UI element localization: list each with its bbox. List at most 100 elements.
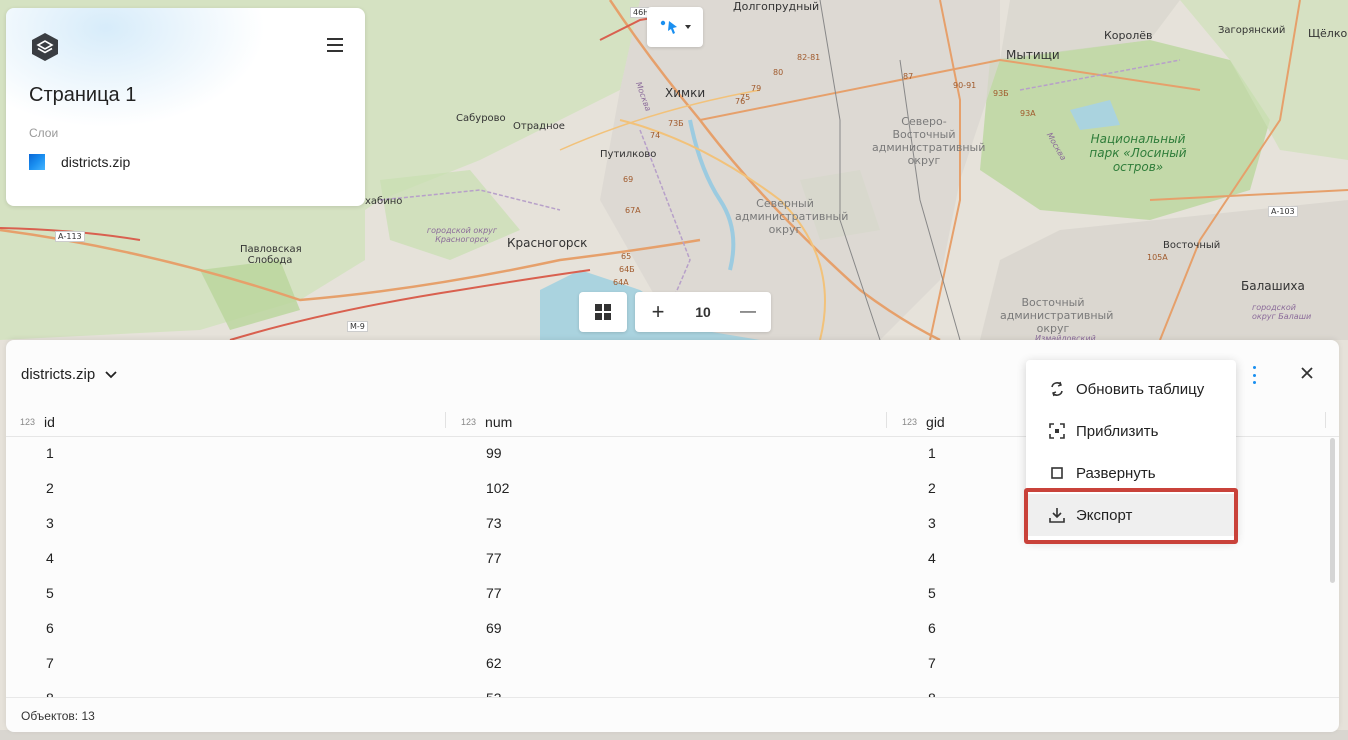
zoom-level: 10 <box>695 304 711 320</box>
map-label: Королёв <box>1104 29 1153 42</box>
cell-id: 3 <box>46 515 54 531</box>
map-label: городской округ Красногорск <box>426 226 498 244</box>
menu-item-label: Приблизить <box>1076 422 1159 440</box>
map-label: Мытищи <box>1006 48 1060 62</box>
app-logo-icon[interactable] <box>30 32 60 62</box>
column-name: num <box>485 414 513 430</box>
layer-color-swatch <box>29 154 45 170</box>
map-label: Национальный парк «Лосиный остров» <box>1089 132 1187 174</box>
select-pointer-icon <box>660 20 691 34</box>
road-shield: М-9 <box>347 321 368 332</box>
menu-item-label: Обновить таблицу <box>1076 380 1205 398</box>
cell-id: 8 <box>46 690 54 697</box>
map-label: 87 <box>903 72 914 81</box>
cell-id: 6 <box>46 620 54 636</box>
cell-gid: 8 <box>928 690 936 697</box>
column-header-id[interactable]: 123 id <box>20 414 55 430</box>
zoom-out-button[interactable]: — <box>725 292 771 332</box>
map-label: Северо-Восточный административный округ <box>872 115 986 167</box>
map-label: Щёлко <box>1308 27 1348 40</box>
cell-gid: 4 <box>928 550 936 566</box>
map-label: Балашиха <box>1241 279 1305 293</box>
column-resize-handle[interactable] <box>1325 412 1326 428</box>
map-label: 64А <box>613 278 629 287</box>
tool-select-button[interactable] <box>647 7 703 47</box>
cell-gid: 1 <box>928 445 936 461</box>
sidebar-panel: Страница 1 Слои districts.zip <box>6 8 365 206</box>
map-label: 93А <box>1020 109 1036 118</box>
map-label: хабино <box>365 196 403 207</box>
object-count: Объектов: 13 <box>21 709 95 723</box>
cell-id: 4 <box>46 550 54 566</box>
menu-item-expand[interactable]: Развернуть <box>1026 452 1236 494</box>
map-label: 82-81 <box>797 53 821 62</box>
map-label: Долгопрудный <box>733 0 820 13</box>
cell-id: 2 <box>46 480 54 496</box>
column-resize-handle[interactable] <box>445 412 446 428</box>
zoom-to-icon <box>1048 422 1066 440</box>
map-label: Путилково <box>600 149 657 160</box>
column-resize-handle[interactable] <box>886 412 887 428</box>
layer-item-districts[interactable]: districts.zip <box>29 154 130 170</box>
map-label: 74 <box>650 131 661 140</box>
map-label: 64Б <box>619 265 635 274</box>
menu-item-refresh-table[interactable]: Обновить таблицу <box>1026 368 1236 410</box>
cell-id: 1 <box>46 445 54 461</box>
menu-item-label: Экспорт <box>1076 506 1133 524</box>
table-row[interactable]: 8 53 8 <box>6 682 1331 697</box>
column-header-gid[interactable]: 123 gid <box>902 414 945 430</box>
map-label: 65 <box>621 252 632 261</box>
map-label: 79 <box>751 84 762 93</box>
layer-name: districts.zip <box>61 154 131 170</box>
close-icon[interactable] <box>1298 364 1316 382</box>
cell-gid: 7 <box>928 655 936 671</box>
cell-num: 99 <box>486 445 502 461</box>
table-row[interactable]: 4 77 4 <box>6 542 1331 577</box>
table-footer: Объектов: 13 <box>6 697 1339 733</box>
cell-gid: 3 <box>928 515 936 531</box>
grid-icon <box>595 304 611 320</box>
column-name: gid <box>926 414 945 430</box>
cell-num: 77 <box>486 550 502 566</box>
table-row[interactable]: 7 62 7 <box>6 647 1331 682</box>
road-shield: А-113 <box>55 231 85 242</box>
cell-num: 53 <box>486 690 502 697</box>
cell-num: 69 <box>486 620 502 636</box>
map-label: Восточный <box>1163 240 1221 251</box>
column-type-badge: 123 <box>20 417 36 427</box>
table-scrollbar[interactable] <box>1330 438 1335 583</box>
layer-select-dropdown[interactable]: districts.zip <box>21 366 117 383</box>
zoom-in-button[interactable]: + <box>635 292 681 332</box>
hamburger-menu-icon[interactable] <box>327 38 343 52</box>
map-label: Химки <box>665 86 706 100</box>
chevron-down-icon <box>105 368 117 382</box>
map-label: Восточный административный округ <box>1000 296 1114 335</box>
more-options-icon[interactable] <box>1246 366 1262 384</box>
menu-item-zoom-to[interactable]: Приблизить <box>1026 410 1236 452</box>
menu-item-label: Развернуть <box>1076 464 1156 482</box>
map-label: Загорянский <box>1218 25 1286 36</box>
map-label: 67А <box>625 206 641 215</box>
menu-item-export[interactable]: Экспорт <box>1026 494 1236 536</box>
map-label: Отрадное <box>513 121 565 132</box>
map-label: 90-91 <box>953 81 977 90</box>
map-label: Красногорск <box>507 236 588 250</box>
map-label: 76 <box>735 97 746 106</box>
expand-icon <box>1048 464 1066 482</box>
table-row[interactable]: 6 69 6 <box>6 612 1331 647</box>
table-options-menu: Обновить таблицу Приблизить Развернуть Э… <box>1026 360 1236 540</box>
basemap-grid-button[interactable] <box>579 292 627 332</box>
cell-gid: 6 <box>928 620 936 636</box>
panel-title: districts.zip <box>21 366 96 383</box>
map-label: Павловская Слобода <box>240 244 302 266</box>
cell-gid: 5 <box>928 585 936 601</box>
cell-gid: 2 <box>928 480 936 496</box>
column-name: id <box>44 414 55 430</box>
cell-num: 102 <box>486 480 510 496</box>
column-header-num[interactable]: 123 num <box>461 414 512 430</box>
cell-num: 77 <box>486 585 502 601</box>
map-label: Сабурово <box>456 113 506 124</box>
layers-section-label: Слои <box>29 126 59 140</box>
cell-num: 62 <box>486 655 502 671</box>
table-row[interactable]: 5 77 5 <box>6 577 1331 612</box>
